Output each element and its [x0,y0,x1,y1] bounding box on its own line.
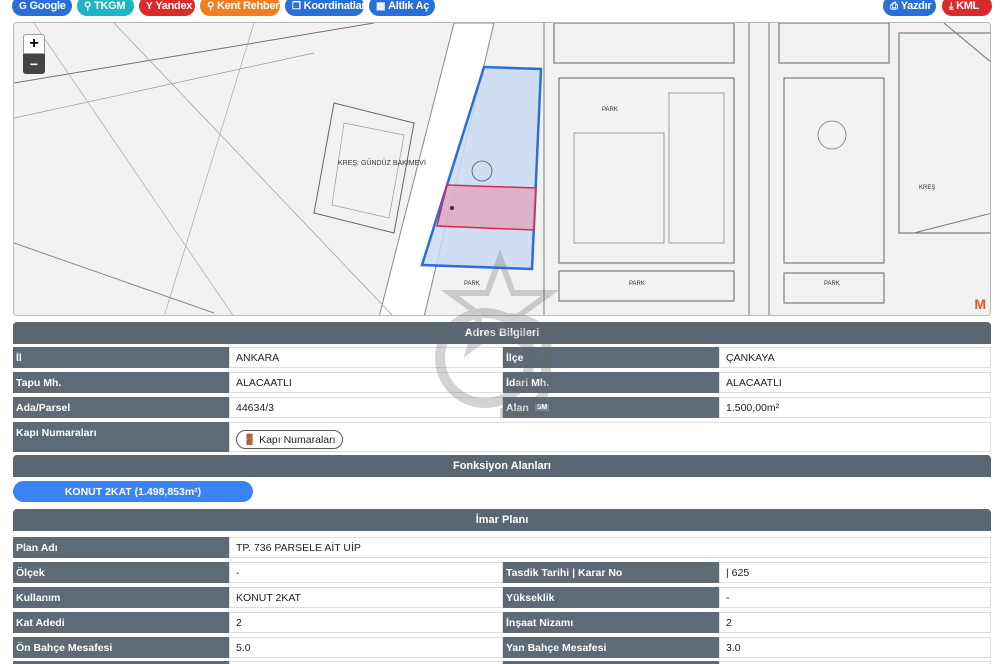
map-pin-icon: ⚲ [84,0,92,12]
kullanim-label: Kullanım [13,587,229,608]
map-pin-icon: ⚲ [207,0,215,12]
fonksiyon-pill[interactable]: KONUT 2KAT (1.498,853m²) [13,481,253,502]
map-label-park1: PARK [602,107,618,113]
parcel-map[interactable]: KREŞ: GÜNDÜZ BAKIMEVİ PARK PARK PARK PAR… [13,22,991,316]
kent-rehberi-button[interactable]: ⚲ Kent Rehberi [200,0,282,16]
plan-adi-value: TP. 736 PARSELE AİT UİP [229,537,991,558]
fonksiyon-header: Fonksiyon Alanları [13,455,991,477]
map-label-kres2: KREŞ [919,185,935,191]
row-tapu: Tapu Mh. ALACAATLI İdari Mh. ALACAATLI [13,372,991,395]
map-label-kres: KREŞ: GÜNDÜZ BAKIMEVİ [338,158,426,167]
row-olcek: Ölçek - Tasdik Tarihi | Karar No | 625 [13,562,991,585]
kullanim-value: KONUT 2KAT [229,587,503,608]
imar-header: İmar Planı [13,509,991,531]
yukseklik-label: Yükseklik [503,587,719,608]
kat-adedi-label: Kat Adedi [13,612,229,633]
adaparsel-label: Ada/Parsel [13,397,229,418]
row-il: İl ANKARA İlçe ÇANKAYA [13,347,991,370]
map-label-park3: PARK [824,281,840,287]
download-icon: ⤓ [949,0,954,12]
alan-label: Alan SM [503,397,719,418]
kat-adedi-value: 2 [229,612,503,633]
alan-value: 1.500,00m² [719,397,991,418]
map-label-park2: PARK [629,281,645,287]
zoom-out-button[interactable]: − [23,54,45,74]
zoom-in-button[interactable]: + [23,34,45,54]
map-icon: ▦ [376,0,386,12]
yan-bahce-value: 3.0 [719,637,991,658]
tapu-label: Tapu Mh. [13,372,229,393]
il-label: İl [13,347,229,368]
map-provider-logo: M [974,296,986,312]
olcek-value: - [229,562,503,583]
row-adaparsel: Ada/Parsel 44634/3 Alan SM 1.500,00m² [13,397,991,420]
map-label-park4: PARK [464,281,480,287]
google-icon: G [19,0,27,12]
map-canvas[interactable]: KREŞ: GÜNDÜZ BAKIMEVİ PARK PARK PARK PAR… [14,23,991,316]
idari-label: İdari Mh. [503,372,719,393]
copy-icon: ❐ [292,0,301,12]
koordinatlar-button[interactable]: ❐ Koordinatlar [285,0,366,16]
tasdik-value: | 625 [719,562,991,583]
kapi-numaralari-button[interactable]: 🚪 Kapı Numaraları [236,430,343,449]
print-icon: ⎙ [890,0,898,12]
on-bahce-label: Ön Bahçe Mesafesi [13,637,229,658]
idari-value: ALACAATLI [719,372,991,393]
kapi-value: 🚪 Kapı Numaraları [229,422,991,452]
on-bahce-value: 5.0 [229,637,503,658]
insaat-nizami-label: İnşaat Nizamı [503,612,719,633]
adres-header: Adres Bilgileri [13,322,991,344]
kml-button[interactable]: ⤓ KML [942,0,992,16]
row-kat: Kat Adedi 2 İnşaat Nizamı 2 [13,612,991,635]
il-value: ANKARA [229,347,503,368]
altlik-ac-button[interactable]: ▦ Altlık Aç [369,0,435,16]
tkgm-button[interactable]: ⚲ TKGM [77,0,134,16]
yazdir-button[interactable]: ⎙ Yazdır [883,0,936,16]
zoom-controls: + − [23,34,45,74]
alan-label-text: Alan [506,401,529,414]
ilce-label: İlçe [503,347,719,368]
insaat-nizami-value: 2 [719,612,991,633]
olcek-label: Ölçek [13,562,229,583]
row-kapi: Kapı Numaraları 🚪 Kapı Numaraları [13,422,991,452]
google-button[interactable]: G Google [12,0,72,16]
adaparsel-value: 44634/3 [229,397,503,418]
yan-bahce-label: Yan Bahçe Mesafesi [503,637,719,658]
kapi-label: Kapı Numaraları [13,422,229,452]
plan-adi-label: Plan Adı [13,537,229,558]
yandex-button[interactable]: Y Yandex [139,0,195,16]
tasdik-label: Tasdik Tarihi | Karar No [503,562,719,583]
row-plan-adi: Plan Adı TP. 736 PARSELE AİT UİP [13,537,991,560]
ilce-value: ÇANKAYA [719,347,991,368]
row-bahce: Ön Bahçe Mesafesi 5.0 Yan Bahçe Mesafesi… [13,637,991,660]
tapu-value: ALACAATLI [229,372,503,393]
alan-unit-badge: SM [534,404,550,411]
row-kullanim: Kullanım KONUT 2KAT Yükseklik - [13,587,991,610]
toolbar: G Google ⚲ TKGM Y Yandex ⚲ Kent Rehberi ❐ Koo… [12,0,992,20]
door-icon: 🚪 [243,434,257,446]
yukseklik-value: - [719,587,991,608]
yandex-icon: Y [146,0,153,12]
